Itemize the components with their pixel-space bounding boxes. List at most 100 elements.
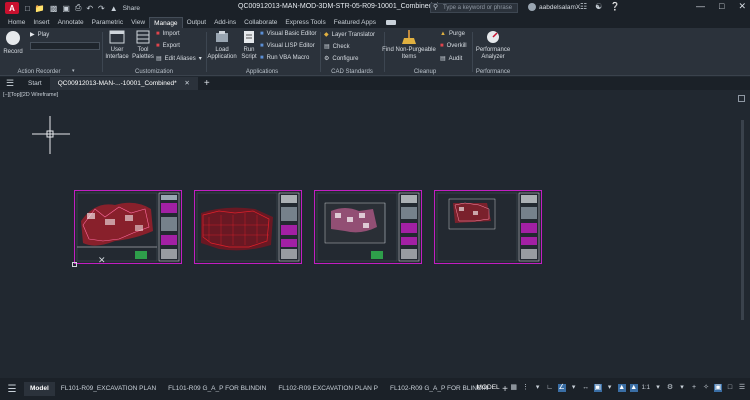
tab-active-drawing[interactable]: QC00912013-MAN-...-10001_Combined* ✕ [49,77,198,90]
snap-icon[interactable]: ⋮ [522,384,530,392]
overkill-button[interactable]: ■ Overkill [440,43,467,49]
new-file-icon[interactable]: □ [25,4,30,13]
app-logo[interactable]: A [5,2,19,14]
panel-cleanup: Find Non-Purgeable Items ▲ Purge ■ Overk… [378,28,472,76]
check-icon: ▤ [324,44,330,50]
open-file-icon[interactable]: 📁 [35,4,45,13]
tab-express-tools[interactable]: Express Tools [281,17,329,28]
dropdown-icon[interactable]: ▾ [534,384,542,392]
polar-tracking-icon[interactable]: ∠ [557,383,566,392]
share-button[interactable]: Share [123,5,140,12]
help-icon[interactable]: ❔ [610,2,620,11]
tab-view[interactable]: View [127,17,149,28]
panel-title-cad-standards: CAD Standards [331,69,373,75]
tab-parametric[interactable]: Parametric [88,17,127,28]
import-button[interactable]: ■ Import [156,31,180,37]
tab-collaborate[interactable]: Collaborate [240,17,281,28]
audit-button[interactable]: ▤ Audit [440,55,462,63]
undo-icon[interactable]: ↶ [86,4,93,13]
dropdown-icon[interactable]: ▾ [570,384,578,392]
visual-lisp-editor-button[interactable]: ■ Visual LISP Editor [260,43,315,49]
cart-icon[interactable]: ☷ [580,2,587,11]
customize-icon[interactable]: ☰ [738,384,746,392]
layout-tab-model[interactable]: Model [24,382,55,396]
play-icon: ▶ [30,32,35,38]
redo-icon[interactable]: ↷ [98,4,105,13]
new-tab-icon[interactable]: + [198,78,216,89]
annotation-scale[interactable]: 1:1 [642,385,650,391]
viewport-scroll-track[interactable] [741,120,744,320]
user-account[interactable]: aabdelsalamX... [528,3,586,11]
layout-sheet[interactable] [434,190,542,264]
purge-button[interactable]: ▲ Purge [440,31,465,37]
crosshair-cursor-icon [32,116,70,154]
maximize-icon[interactable]: □ [719,1,724,12]
layout-sheet[interactable] [194,190,302,264]
performance-analyzer-button[interactable]: Performance Analyzer [472,30,514,61]
selection-grip-icon[interactable] [72,262,77,267]
search-input[interactable]: ⚲ Type a keyword or phrase [430,3,518,13]
hamburger-menu-icon[interactable]: ☰ [0,78,20,89]
layout-tab-fl102-excavation[interactable]: FL102-R09 EXCAVATION PLAN P [272,382,384,396]
share-icon[interactable]: ▲ [110,4,118,13]
run-vba-macro-button[interactable]: ■ Run VBA Macro [260,55,309,61]
save-icon[interactable]: ▩ [50,4,58,13]
tab-annotate[interactable]: Annotate [54,17,88,28]
workspace-gear-icon[interactable]: ⚙ [666,384,674,392]
load-application-button[interactable]: Load Application [206,30,238,61]
drawing-canvas[interactable]: [−][Top][2D Wireframe] ✕ [0,90,750,378]
record-button[interactable]: Record [2,30,24,56]
object-snap-icon[interactable]: ▣ [593,383,602,392]
hardware-acceleration-icon[interactable]: ▣ [714,383,722,392]
action-macro-dropdown[interactable] [30,42,100,50]
tab-insert[interactable]: Insert [29,17,53,28]
add-icon[interactable]: + [690,384,698,392]
model-space-toggle[interactable]: MODEL [475,383,502,392]
osnap-tracking-icon[interactable]: ↔ [582,384,590,392]
check-button[interactable]: ▤ Check [324,43,350,51]
check-label: Check [332,43,350,50]
play-button[interactable]: ▶ Play [30,31,50,39]
edit-aliases-button[interactable]: ▤ Edit Aliases ▾ [156,55,202,63]
configure-button[interactable]: ⚙ Configure [324,55,358,63]
annotation-visibility-icon[interactable]: ▲ [617,383,626,392]
grid-icon[interactable]: ▦ [510,384,518,392]
layout-tab-fl101-gap[interactable]: FL101-R09 G_A_P FOR BLINDIN [162,382,272,396]
layout-sheet[interactable] [314,190,422,264]
visual-basic-editor-button[interactable]: ■ Visual Basic Editor [260,31,317,37]
viewport-controls-label[interactable]: [−][Top][2D Wireframe] [3,92,58,98]
user-interface-button[interactable]: User Interface [104,30,130,61]
tab-start[interactable]: Start [20,77,50,90]
dropdown-icon[interactable]: ▾ [606,384,614,392]
tab-featured-apps[interactable]: Featured Apps [330,17,380,28]
layout-tab-fl101-excavation[interactable]: FL101-R09_EXCAVATION PLAN [55,382,162,396]
export-button[interactable]: ■ Export [156,43,180,49]
isolate-objects-icon[interactable]: ✧ [702,384,710,392]
save-as-icon[interactable]: ▣ [62,4,70,13]
tab-manage[interactable]: Manage [149,17,183,28]
ribbon-minimize-toggle[interactable] [386,20,396,25]
tab-addins[interactable]: Add-ins [210,17,240,28]
dropdown-icon[interactable]: ▾ [678,384,686,392]
minimize-icon[interactable]: — [696,1,705,12]
ortho-icon[interactable]: ∟ [546,384,554,392]
layer-translator-button[interactable]: ◆ Layer Translator [324,31,375,39]
play-label: Play [37,31,50,38]
clean-screen-icon[interactable]: □ [726,384,734,392]
tool-palettes-button[interactable]: Tool Palettes [132,30,154,61]
close-icon[interactable]: ✕ [738,1,746,12]
run-script-button[interactable]: Run Script [240,30,258,61]
autoscale-icon[interactable]: ▲ [629,383,638,392]
panel-action-recorder: Record ▶ Play ▾ Action Recorder [0,28,100,76]
print-icon[interactable]: ⎙ [75,3,81,13]
viewport-maximize-icon[interactable] [738,95,745,102]
tab-home[interactable]: Home [4,17,29,28]
people-icon[interactable]: ☯ [595,2,602,11]
layout-sheet[interactable] [74,190,182,264]
find-nonpurgeable-button[interactable]: Find Non-Purgeable Items [380,30,438,61]
import-icon: ■ [156,31,160,37]
layout-menu-icon[interactable]: ☰ [0,384,24,395]
close-tab-icon[interactable]: ✕ [184,80,189,87]
dropdown-icon[interactable]: ▾ [654,384,662,392]
tab-output[interactable]: Output [183,17,211,28]
